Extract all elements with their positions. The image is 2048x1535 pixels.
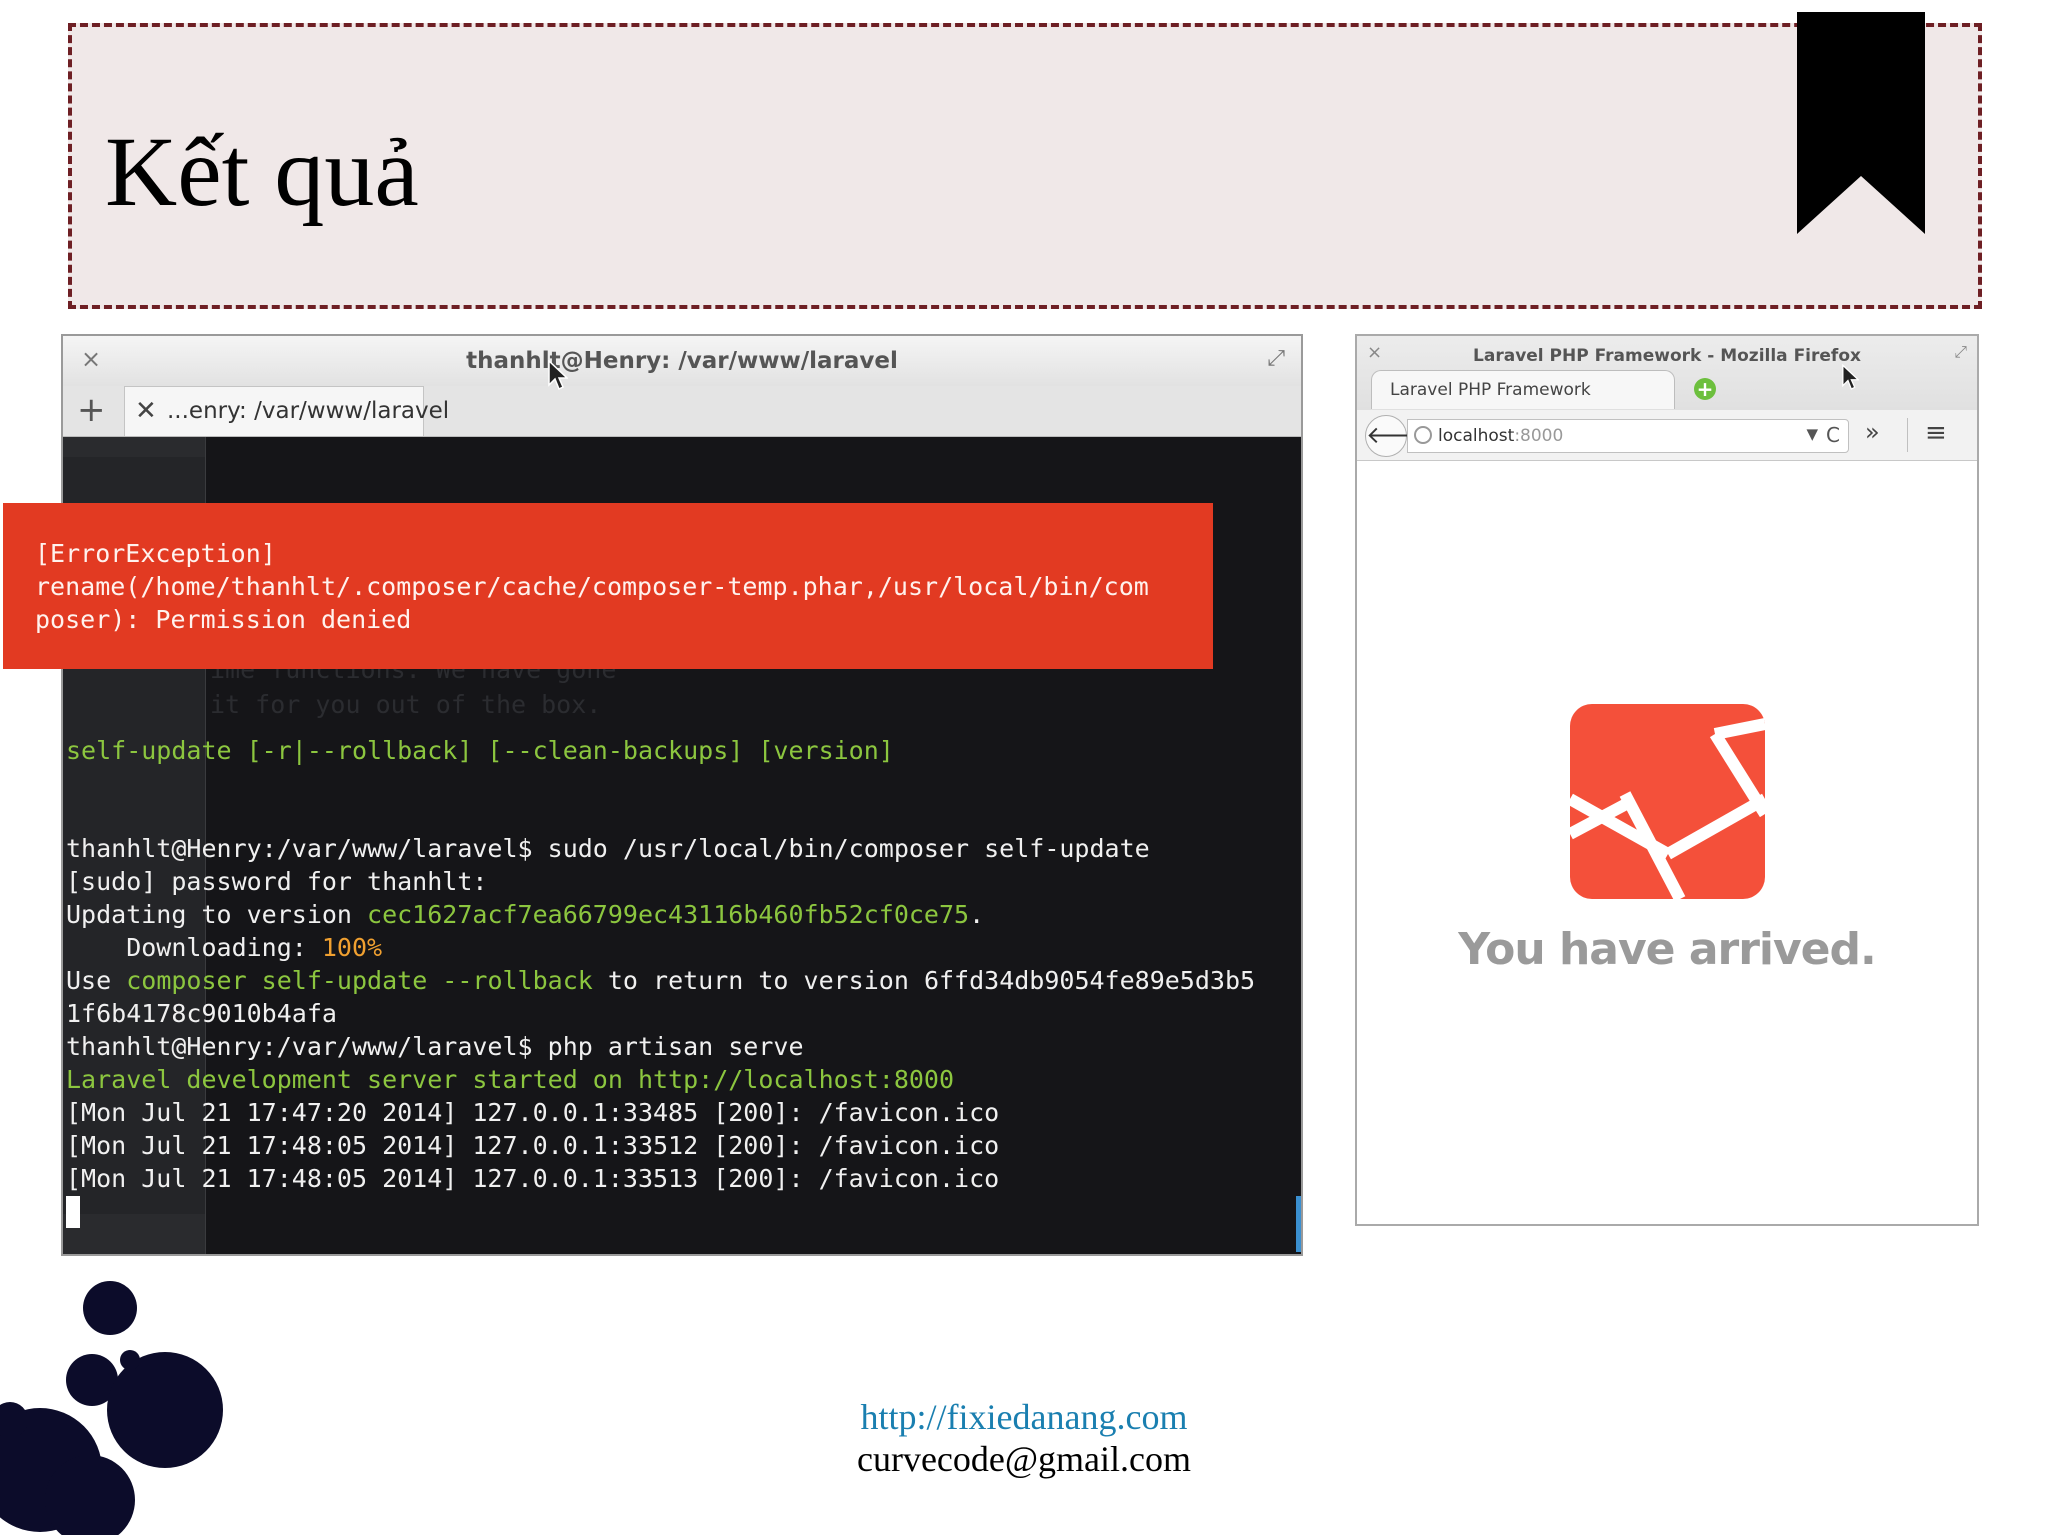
new-tab-plus-icon[interactable]: + bbox=[77, 390, 106, 430]
terminal-line: thanhlt@Henry:/var/www/laravel$ php arti… bbox=[66, 1032, 804, 1061]
overflow-chevron-icon[interactable]: » bbox=[1865, 418, 1880, 446]
mouse-cursor-icon bbox=[548, 360, 568, 391]
new-tab-plus-icon[interactable]: + bbox=[1694, 378, 1716, 400]
terminal-tab-label: ...enry: /var/www/laravel bbox=[167, 398, 450, 424]
navigation-bar: 🡐 localhost:8000 ▼ C » ≡ bbox=[1357, 410, 1977, 461]
browser-page-content: You have arrived. bbox=[1357, 461, 1977, 1224]
error-message-line: rename(/home/thanhlt/.composer/cache/com… bbox=[35, 572, 1149, 601]
terminal-line: thanhlt@Henry:/var/www/laravel$ sudo /us… bbox=[66, 834, 1150, 863]
menu-icon[interactable]: ≡ bbox=[1925, 418, 1947, 448]
bookmark-icon bbox=[1797, 12, 1925, 234]
terminal-cursor bbox=[66, 1196, 80, 1228]
terminal-line: [Mon Jul 21 17:48:05 2014] 127.0.0.1:335… bbox=[66, 1164, 1000, 1193]
firefox-window[interactable]: × Laravel PHP Framework - Mozilla Firefo… bbox=[1355, 334, 1979, 1226]
footer: http://fixiedanang.com curvecode@gmail.c… bbox=[0, 1396, 2048, 1480]
url-dropdown-icon[interactable]: ▼ bbox=[1806, 425, 1818, 443]
error-title: [ErrorException] bbox=[35, 539, 276, 568]
terminal-line: Updating to version cec1627acf7ea66799ec… bbox=[66, 900, 985, 929]
url-text: localhost:8000 bbox=[1438, 426, 1564, 446]
back-arrow-icon[interactable]: 🡐 bbox=[1365, 415, 1430, 457]
toolbar-separator bbox=[1907, 418, 1908, 452]
terminal-tab[interactable]: ✕ ...enry: /var/www/laravel bbox=[124, 386, 449, 436]
maximize-icon[interactable]: ⤢ bbox=[1954, 342, 1967, 362]
terminal-line: [Mon Jul 21 17:48:05 2014] 127.0.0.1:335… bbox=[66, 1131, 1000, 1160]
laravel-logo-icon bbox=[1570, 704, 1765, 899]
terminal-line: [sudo] password for thanhlt: bbox=[66, 867, 488, 896]
globe-icon bbox=[1414, 426, 1432, 444]
footer-link[interactable]: http://fixiedanang.com bbox=[0, 1396, 2048, 1438]
slide-title: Kết quả bbox=[105, 116, 419, 227]
page-message: You have arrived. bbox=[1458, 924, 1876, 975]
maximize-icon[interactable]: ⤢ bbox=[1267, 346, 1285, 371]
browser-tab-label: Laravel PHP Framework bbox=[1390, 380, 1591, 400]
error-message-line: poser): Permission denied bbox=[35, 605, 412, 634]
mouse-cursor-icon bbox=[1842, 364, 1859, 390]
terminal-line: Use composer self-update --rollback to r… bbox=[66, 966, 1256, 995]
terminal-line: [Mon Jul 21 17:47:20 2014] 127.0.0.1:334… bbox=[66, 1098, 1000, 1127]
terminal-scrollbar[interactable] bbox=[1296, 1196, 1301, 1252]
terminal-tabbar: + ✕ ...enry: /var/www/laravel bbox=[63, 386, 1301, 437]
error-exception-box: [ErrorException] rename(/home/thanhlt/.c… bbox=[3, 503, 1213, 669]
terminal-line: Downloading: 100% bbox=[66, 933, 383, 962]
reload-icon[interactable]: C bbox=[1826, 423, 1840, 447]
firefox-title: Laravel PHP Framework - Mozilla Firefox bbox=[1473, 346, 1861, 366]
browser-tab[interactable]: Laravel PHP Framework bbox=[1371, 370, 1675, 409]
terminal-ghost-line: it for you out of the box. bbox=[210, 690, 602, 719]
terminal-line: 1f6b4178c9010b4afa bbox=[66, 999, 337, 1028]
terminal-line: self-update [-r|--rollback] [--clean-bac… bbox=[66, 736, 894, 765]
terminal-line: Laravel development server started on ht… bbox=[66, 1065, 955, 1094]
terminal-title: thanhlt@Henry: /var/www/laravel bbox=[466, 348, 898, 374]
title-box: Kết quả bbox=[68, 23, 1982, 309]
footer-email: curvecode@gmail.com bbox=[856, 1439, 1192, 1479]
terminal-titlebar[interactable]: × thanhlt@Henry: /var/www/laravel ⤢ bbox=[63, 336, 1301, 387]
tab-close-icon[interactable]: ✕ bbox=[135, 396, 157, 426]
url-bar[interactable]: localhost:8000 ▼ C bbox=[1407, 419, 1849, 453]
